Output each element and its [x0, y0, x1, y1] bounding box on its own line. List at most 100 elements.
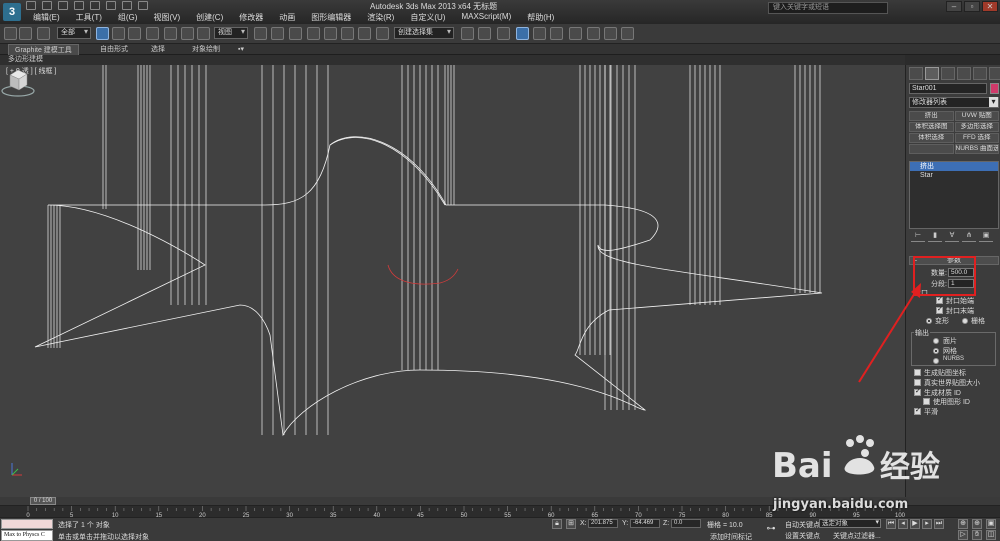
- gen-matid-checkbox[interactable]: [914, 387, 921, 396]
- minimize-button[interactable]: –: [946, 1, 962, 12]
- menu-help[interactable]: 帮助(H): [520, 12, 563, 23]
- remove-modifier-icon[interactable]: ⋔: [962, 231, 976, 242]
- display-tab-icon[interactable]: [973, 67, 987, 80]
- pivot-center-icon[interactable]: [254, 27, 267, 40]
- snap-toggle-icon[interactable]: [307, 27, 320, 40]
- edit-named-selection-icon[interactable]: [376, 27, 389, 40]
- tab-object-paint[interactable]: 对象绘制: [186, 44, 226, 55]
- mod-uvw-map-button[interactable]: UVW 贴图: [954, 111, 999, 121]
- menu-graph-editors[interactable]: 图形编辑器: [304, 12, 360, 23]
- named-selection-select[interactable]: 创建选择集: [394, 27, 454, 39]
- open-file-icon[interactable]: [42, 1, 52, 10]
- tab-selection[interactable]: 选择: [145, 44, 171, 55]
- next-frame-icon[interactable]: ▸: [922, 519, 932, 529]
- prev-frame-icon[interactable]: ◂: [898, 519, 908, 529]
- menu-edit[interactable]: 编辑(E): [26, 12, 69, 23]
- app-logo-icon[interactable]: 3: [3, 3, 21, 21]
- modifier-list-select[interactable]: 修改器列表: [909, 97, 999, 108]
- menu-views[interactable]: 视图(V): [146, 12, 189, 23]
- menu-rendering[interactable]: 渲染(R): [360, 12, 403, 23]
- create-tab-icon[interactable]: [909, 67, 923, 80]
- scale-icon[interactable]: [197, 27, 210, 40]
- selection-filter-select[interactable]: 全部: [57, 27, 91, 39]
- mod-nurbs-select-button[interactable]: NURBS 曲面选择: [954, 144, 999, 154]
- graphite-toggle-icon[interactable]: [516, 27, 529, 40]
- redo-icon[interactable]: [90, 1, 100, 10]
- ribbon-options-icon[interactable]: ▪▾: [232, 44, 250, 55]
- manipulate-icon[interactable]: [271, 27, 284, 40]
- project-folder-icon[interactable]: [138, 1, 148, 10]
- goto-start-icon[interactable]: ⏮︎: [886, 519, 896, 529]
- maxscript-listener-output[interactable]: Max to Physcs C: [1, 530, 53, 541]
- object-color-swatch[interactable]: [990, 83, 999, 94]
- select-by-name-icon[interactable]: [112, 27, 125, 40]
- zoom-extents-icon[interactable]: ▣: [986, 519, 996, 529]
- viewcube-icon[interactable]: [0, 65, 36, 99]
- mod-patch-select-button[interactable]: 体积选择图: [909, 122, 954, 132]
- save-icon[interactable]: [58, 1, 68, 10]
- y-coord-field[interactable]: -64.469: [630, 519, 660, 528]
- output-patch-radio[interactable]: [933, 338, 939, 344]
- select-object-icon[interactable]: [96, 27, 109, 40]
- tab-graphite[interactable]: Graphite 建模工具: [8, 44, 79, 55]
- pin-stack-icon[interactable]: ⊢: [911, 231, 925, 242]
- lock-selection-icon[interactable]: 🔒︎: [552, 519, 562, 529]
- goto-end-icon[interactable]: ⏭︎: [934, 519, 944, 529]
- search-input[interactable]: 键入关键字或短语: [768, 2, 888, 14]
- use-shape-id-checkbox[interactable]: [923, 398, 930, 405]
- ribbon-panel-label[interactable]: 多边形建模: [8, 55, 43, 65]
- hold-icon[interactable]: [106, 1, 116, 10]
- menu-modifiers[interactable]: 修改器: [232, 12, 272, 23]
- rendered-frame-icon[interactable]: [604, 27, 617, 40]
- mod-empty-button[interactable]: [909, 144, 954, 154]
- menu-animation[interactable]: 动画: [272, 12, 304, 23]
- z-coord-field[interactable]: 0.0: [671, 519, 701, 528]
- menu-customize[interactable]: 自定义(U): [403, 12, 454, 23]
- object-name-field[interactable]: Star001: [909, 83, 987, 94]
- modify-tab-icon[interactable]: [925, 67, 939, 80]
- curve-editor-icon[interactable]: [533, 27, 546, 40]
- align-icon[interactable]: [478, 27, 491, 40]
- mod-poly-select-button[interactable]: 多边形选择: [954, 122, 999, 132]
- key-filter-select[interactable]: 选定对象: [819, 519, 881, 528]
- configure-sets-icon[interactable]: ▣: [979, 231, 993, 242]
- output-mesh-radio[interactable]: [933, 348, 939, 354]
- stack-item-extrude[interactable]: 挤出: [910, 162, 998, 171]
- key-filters-button[interactable]: 关键点过滤器...: [833, 531, 881, 541]
- percent-snap-icon[interactable]: [341, 27, 354, 40]
- menu-tools[interactable]: 工具(T): [69, 12, 111, 23]
- set-key-button[interactable]: 设置关键点: [785, 531, 820, 541]
- close-button[interactable]: ✕: [982, 1, 998, 12]
- fov-icon[interactable]: ▷: [958, 530, 968, 540]
- grid-radio[interactable]: [962, 318, 968, 324]
- make-unique-icon[interactable]: ∀: [945, 231, 959, 242]
- max-viewport-icon[interactable]: ◫: [986, 530, 996, 540]
- link-icon[interactable]: [4, 27, 17, 40]
- mod-vol-select-button[interactable]: 体积选择: [909, 133, 954, 143]
- undo-icon[interactable]: [74, 1, 84, 10]
- add-time-tag[interactable]: 添加时间标记: [710, 532, 752, 541]
- stack-item-star[interactable]: Star: [910, 171, 998, 180]
- render-setup-icon[interactable]: [587, 27, 600, 40]
- mirror-icon[interactable]: [461, 27, 474, 40]
- menu-group[interactable]: 组(G): [111, 12, 147, 23]
- menu-maxscript[interactable]: MAXScript(M): [454, 12, 520, 23]
- spinner-snap-icon[interactable]: [358, 27, 371, 40]
- time-slider-thumb[interactable]: 0 / 100: [30, 497, 56, 505]
- render-production-icon[interactable]: [621, 27, 634, 40]
- keyboard-shortcut-icon[interactable]: [289, 27, 302, 40]
- output-nurbs-radio[interactable]: [933, 358, 939, 364]
- schematic-view-icon[interactable]: [550, 27, 563, 40]
- material-editor-icon[interactable]: [569, 27, 582, 40]
- mod-extrude-button[interactable]: 挤出: [909, 111, 954, 121]
- pan-icon[interactable]: ✋︎: [972, 530, 982, 540]
- tab-freeform[interactable]: 自由形式: [94, 44, 134, 55]
- reference-coord-select[interactable]: 视图: [214, 27, 248, 39]
- cap-start-checkbox[interactable]: [936, 295, 943, 304]
- motion-tab-icon[interactable]: [957, 67, 971, 80]
- zoom-viewport-icon[interactable]: ⊕: [958, 519, 968, 529]
- fetch-icon[interactable]: [122, 1, 132, 10]
- restore-button[interactable]: ▫: [964, 1, 980, 12]
- new-file-icon[interactable]: [26, 1, 36, 10]
- hierarchy-tab-icon[interactable]: [941, 67, 955, 80]
